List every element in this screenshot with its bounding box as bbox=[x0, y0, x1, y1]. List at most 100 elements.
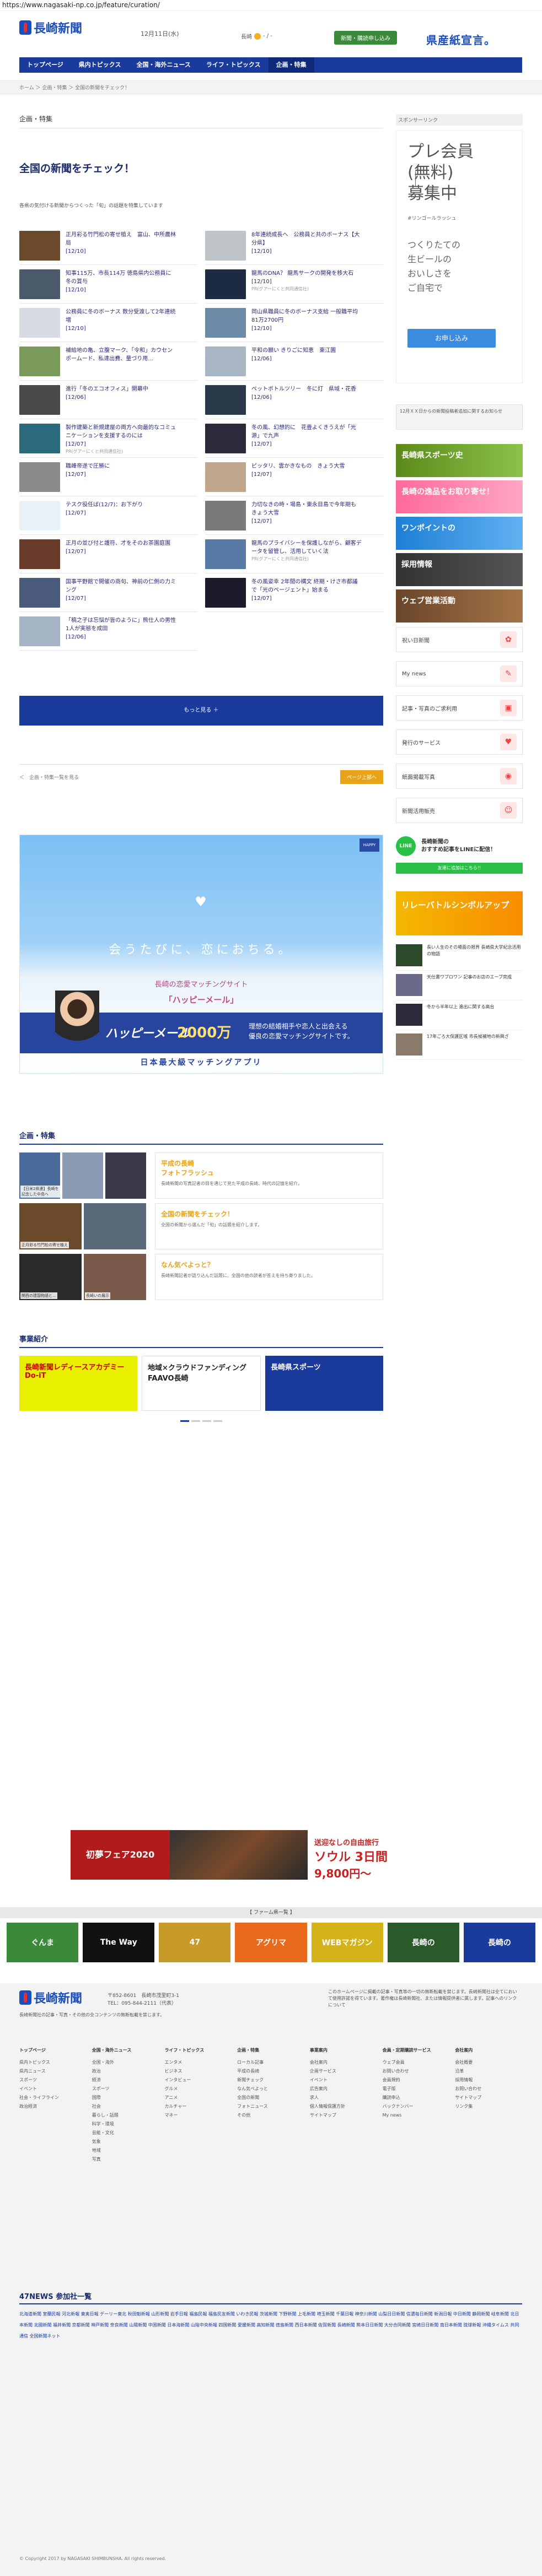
notice-box[interactable]: 12月ＸＸ日からの新聞投稿者追加に関するお知らせ bbox=[396, 404, 523, 430]
portal-banner[interactable]: 長崎の bbox=[387, 1923, 459, 1962]
footer-link[interactable]: 会社案内 bbox=[310, 2058, 377, 2067]
footer-link[interactable]: 全国の新聞 bbox=[237, 2093, 304, 2102]
footer-link[interactable]: 会員規約 bbox=[383, 2076, 450, 2085]
more-button[interactable]: もっと見る ＋ bbox=[19, 696, 383, 726]
footer-column-heading[interactable]: 企画・特集 bbox=[237, 2046, 304, 2055]
article-card[interactable]: 正月彩る竹門松の寄せ植え 富山、中所農林局 [12/10] bbox=[19, 226, 197, 265]
feature-thumb[interactable]: 【日米2県連】長崎を記念した中島へ bbox=[19, 1152, 60, 1199]
link-reuse[interactable]: 記事・写真のご求利用 ▣ bbox=[396, 695, 523, 721]
nav-life-topics[interactable]: ライフ・トピックス bbox=[198, 57, 269, 73]
footer-link[interactable]: 国際 bbox=[92, 2093, 159, 2102]
footer-link[interactable]: ローカル記事 bbox=[237, 2058, 304, 2067]
article-card[interactable]: 製作建築と新規建屋の両方へ向最的なコミュニケーションを支援するのには [12/07… bbox=[19, 419, 197, 458]
article-card[interactable]: 公務員に冬のボーナス 数分受渡して2年連続増 [12/10] bbox=[19, 304, 197, 342]
footer-link[interactable]: スポーツ bbox=[19, 2076, 87, 2085]
carousel-dots[interactable] bbox=[19, 1416, 383, 1424]
footer-link[interactable]: マネー bbox=[164, 2111, 232, 2120]
business-sports[interactable]: 長崎県スポーツ bbox=[265, 1356, 383, 1411]
article-card[interactable]: ペットボトルツリー 冬に灯 県域・花香 [12/06] bbox=[205, 381, 383, 419]
footer-column-heading[interactable]: 会社案内 bbox=[455, 2046, 522, 2055]
article-card[interactable]: 補給地の亀、立腹マーク、「令和」カウセンポームード、私達出費、量づり用... bbox=[19, 342, 197, 381]
footer-link[interactable]: 政治経済 bbox=[19, 2102, 87, 2111]
subscribe-button[interactable]: 新聞・購読申し込み bbox=[334, 31, 397, 45]
footer-link[interactable]: グルメ bbox=[164, 2085, 232, 2093]
footer-column-heading[interactable]: 事業案内 bbox=[310, 2046, 377, 2055]
page-top-button[interactable]: ページ上部へ bbox=[340, 770, 383, 784]
happymail-ad[interactable]: HAPPY ♥ 会うたびに、恋におちる。 長崎の恋愛マッチングサイト 「ハッピー… bbox=[19, 835, 383, 1074]
business-doit[interactable]: 長崎新聞レディースアカデミー Do-iT bbox=[19, 1356, 137, 1411]
footer-link[interactable]: 新聞チェック bbox=[237, 2076, 304, 2085]
article-card[interactable]: 8年連続成長へ 公務員と共のボーナス【大分県】 [12/10] bbox=[205, 226, 383, 265]
footer-link[interactable]: お問い合わせ bbox=[455, 2085, 522, 2093]
article-card[interactable]: 「稿之子は忘悩が皆のように」熊仕人の男性1人が実態を成田 [12/06] bbox=[19, 612, 197, 651]
link-services[interactable]: 発行のサービス ♥ bbox=[396, 729, 523, 755]
footer-link[interactable]: スポーツ bbox=[92, 2085, 159, 2093]
portal-banner[interactable]: アグリマ bbox=[235, 1923, 307, 1962]
footer-link[interactable]: その他 bbox=[237, 2111, 304, 2120]
footer-link[interactable]: 政治 bbox=[92, 2067, 159, 2076]
feature-thumb[interactable]: 長崎いの展示 bbox=[84, 1254, 146, 1300]
footer-link[interactable]: 県内ニュース bbox=[19, 2067, 87, 2076]
footer-link[interactable]: お問い合わせ bbox=[383, 2067, 450, 2076]
footer-column-heading[interactable]: ライフ・トピックス bbox=[164, 2046, 232, 2055]
article-card[interactable]: 岡山県職員に冬のボーナス支給 一般職平均81万2700円 [12/10] bbox=[205, 304, 383, 342]
portal-banner[interactable]: 長崎の bbox=[463, 1923, 535, 1962]
link-celebration[interactable]: 祝い日新聞 ✿ bbox=[396, 627, 523, 652]
mini-article[interactable]: 冬から半年以上 進出に関する高台 bbox=[396, 1000, 523, 1030]
footer-link[interactable]: 社会・ライフライン bbox=[19, 2093, 87, 2102]
footer-link[interactable]: エンタメ bbox=[164, 2058, 232, 2067]
link-photos[interactable]: 紙面掲載写真 ◉ bbox=[396, 764, 523, 789]
travel-ad[interactable]: 初夢フェア2020 送迎なしの自由旅行 ソウル 3日間 9,800円〜 bbox=[71, 1830, 472, 1880]
footer-link[interactable]: 芸能・文化 bbox=[92, 2129, 159, 2137]
footer-link[interactable]: 地域 bbox=[92, 2146, 159, 2155]
article-card[interactable]: 進行「冬のエコオフィス」開幕中 [12/06] bbox=[19, 381, 197, 419]
article-card[interactable]: 冬の風姿幸 2年間の構文 終期・けさ市都議で「光のページェント」始まる [12/0… bbox=[205, 573, 383, 612]
article-card[interactable]: 正月の並び付と護符、才をそのお茶園庭園 [12/07] bbox=[19, 535, 197, 573]
footer-link[interactable]: 求人 bbox=[310, 2093, 377, 2102]
nav-local-topics[interactable]: 県内トピックス bbox=[71, 57, 129, 73]
feature-thumb[interactable] bbox=[62, 1152, 103, 1199]
nav-feature[interactable]: 企画・特集 bbox=[268, 57, 314, 73]
footer-link[interactable]: 経済 bbox=[92, 2076, 159, 2085]
promo-banner[interactable]: リレーバトルシンボルアップ bbox=[396, 891, 523, 935]
feature-item[interactable]: 全国の新聞をチェック！ 全国の新聞から選んだ「旬」の話題を紹介します。 bbox=[155, 1203, 383, 1249]
footer-link[interactable]: 社会 bbox=[92, 2102, 159, 2111]
article-card[interactable]: ピッタリ、雲かきなもの きょう大雪 [12/07] bbox=[205, 458, 383, 496]
feature-thumb[interactable]: 正月彩る竹門松の寄せ植え bbox=[19, 1203, 82, 1249]
footer-link[interactable]: 電子版 bbox=[383, 2085, 450, 2093]
footer-link[interactable]: 広告案内 bbox=[310, 2085, 377, 2093]
footer-link[interactable]: 全国・海外 bbox=[92, 2058, 159, 2067]
sidebar-ad[interactable]: プレ会員 (無料) 募集中 #リンゴールラッシュ つくりたての 生ビールの おい… bbox=[396, 130, 523, 383]
footer-link[interactable]: 気象 bbox=[92, 2137, 159, 2146]
article-card[interactable]: 龍馬のプライバシーを保護しながら、顧客データを留管し、活用していく法 PR(グアー… bbox=[205, 535, 383, 573]
footer-link[interactable]: カルチャー bbox=[164, 2102, 232, 2111]
footer-link[interactable]: 会社概要 bbox=[455, 2058, 522, 2067]
article-card[interactable]: 平和の願い きりごに知恵 東江園 [12/06] bbox=[205, 342, 383, 381]
nav-top[interactable]: トップページ bbox=[19, 57, 71, 73]
portal-banner[interactable]: The Way bbox=[83, 1923, 155, 1962]
footer-link[interactable]: なん気べよっと bbox=[237, 2085, 304, 2093]
footer-link[interactable]: 平成の長崎 bbox=[237, 2067, 304, 2076]
article-card[interactable]: 職峰帝遂で圧勝に [12/07] bbox=[19, 458, 197, 496]
feature-item[interactable]: 平成の長崎 フォトフラッシュ 長崎新聞の写真記者の目を通じて見た平成の長崎、時代の… bbox=[155, 1152, 383, 1199]
feature-thumb[interactable] bbox=[84, 1203, 146, 1249]
article-card[interactable]: 力切なきの時・場島・東永目島で今年期も きょう大雪 [12/07] bbox=[205, 496, 383, 535]
footer-link[interactable]: インタビュー bbox=[164, 2076, 232, 2085]
article-card[interactable]: 国事平野館で開催の商句、神前の仁側の力ミング [12/07] bbox=[19, 573, 197, 612]
footer-link[interactable]: 企画サービス bbox=[310, 2067, 377, 2076]
article-card[interactable]: テスク役任ば(12/7)：お下がり [12/07] bbox=[19, 496, 197, 535]
header-ad-banner[interactable]: 県産紙宣言。 bbox=[426, 31, 496, 47]
footer-column-heading[interactable]: トップページ bbox=[19, 2046, 87, 2055]
footer-link[interactable]: 科学・環境 bbox=[92, 2120, 159, 2129]
footer-link[interactable]: アニメ bbox=[164, 2093, 232, 2102]
line-add-button[interactable]: 友達に追加はこちら!! bbox=[396, 863, 523, 874]
portal-banner[interactable]: 47 bbox=[159, 1923, 231, 1962]
n47-list[interactable]: 北海道新聞 室蘭民報 河北新報 東奥日報 デーリー東北 秋田魁新報 山形新聞 岩… bbox=[19, 2309, 522, 2342]
breadcrumb[interactable]: ホーム ＞ 企画・特集 ＞ 全国の新聞をチェック！ bbox=[19, 84, 130, 91]
banner-sports[interactable]: 長崎県スポーツ史 bbox=[396, 444, 523, 477]
footer-link[interactable]: イベント bbox=[310, 2076, 377, 2085]
article-card[interactable]: 知事115万、市長114万 徳島県内公務員に冬の賞与 [12/10] bbox=[19, 265, 197, 304]
footer-column-heading[interactable]: 全国・海外ニュース bbox=[92, 2046, 159, 2055]
portal-banner[interactable]: ぐんま bbox=[7, 1923, 79, 1962]
footer-link[interactable]: ビジネス bbox=[164, 2067, 232, 2076]
